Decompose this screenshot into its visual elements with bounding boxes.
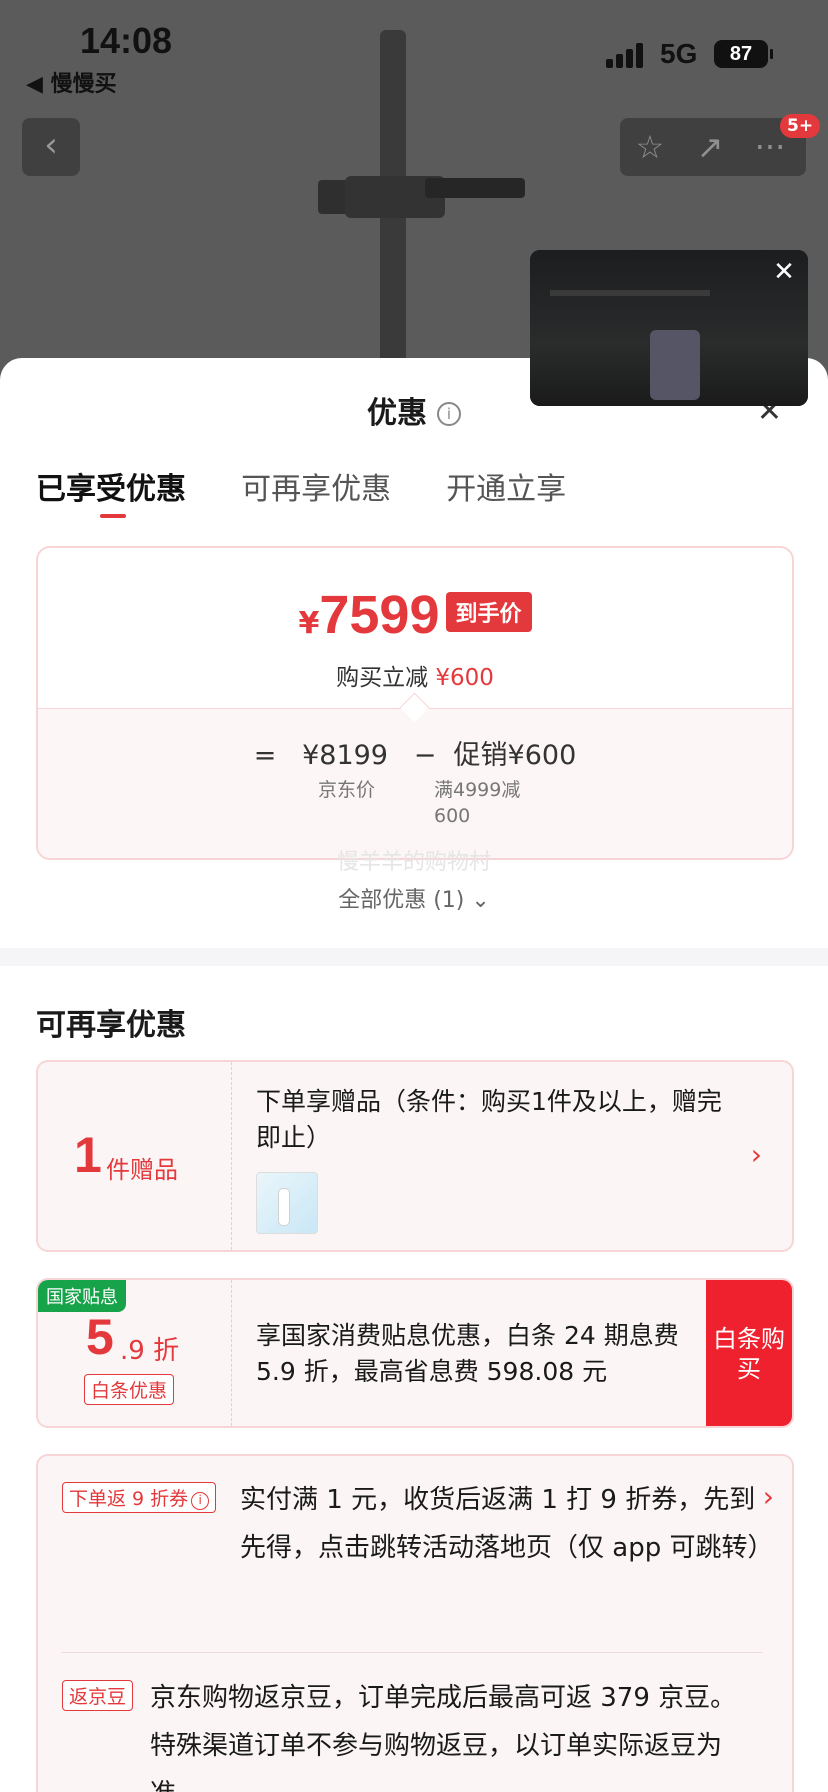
product-tray-image (425, 178, 525, 198)
sheet-title-text: 优惠 (367, 396, 427, 431)
battery-icon: 87 (714, 40, 773, 68)
offer-tabs: 已享受优惠 可再享优惠 开通立享 (36, 464, 616, 518)
reduce-line: 购买立减 ¥600 (38, 658, 792, 692)
share-icon[interactable]: ↗ (688, 126, 732, 168)
status-time: 14:08 (80, 20, 173, 61)
minus-sign: − (413, 740, 437, 771)
final-price: 7599 (319, 585, 440, 645)
rate-integer: 5 (86, 1309, 114, 1365)
credit-offer-card: 国家贴息 5 .9 折 白条优惠 享国家消费贴息优惠，白条 24 期息费 5.9… (36, 1278, 794, 1428)
final-price-block: ¥7599 到手价 购买立减 ¥600 (38, 548, 792, 708)
coupon-tag-text: 下单返 9 折券 (69, 1488, 189, 1510)
reduce-amount: ¥600 (435, 665, 494, 691)
video-shelf-image (550, 290, 710, 296)
close-video-icon[interactable]: ✕ (772, 259, 796, 285)
jd-price-caption: 京东价 (318, 779, 376, 801)
baitiao-buy-button[interactable]: 白条购买 (706, 1280, 792, 1426)
credit-description: 享国家消费贴息优惠，白条 24 期息费 5.9 折，最高省息费 598.08 元 (256, 1321, 679, 1386)
gift-count-block: 1 件赠品 (38, 1062, 232, 1250)
jingdou-tag: 返京豆 (62, 1680, 134, 1711)
offers-sheet: 优惠 i ✕ 已享受优惠 可再享优惠 开通立享 ¥7599 到手价 购买立减 ¥60… (0, 358, 828, 1792)
status-bar: 14:08 ◀ 慢慢买 5G 87 (0, 16, 828, 97)
rate-decimal: .9 折 (120, 1336, 180, 1366)
info-icon[interactable]: i (437, 402, 461, 426)
info-icon[interactable]: i (191, 1492, 210, 1510)
gift-unit: 件赠品 (106, 1156, 178, 1184)
currency-symbol: ¥ (298, 606, 320, 641)
rebate-row-coupon[interactable]: 下单返 9 折券 i 实付满 1 元，收货后返满 1 打 9 折券，先到先得，点击… (62, 1476, 774, 1572)
tab-more-offers[interactable]: 可再享优惠 (241, 464, 391, 508)
rebates-card: 下单返 9 折券 i 实付满 1 元，收货后返满 1 打 9 折券，先到先得，点击… (36, 1454, 794, 1792)
price-card: ¥7599 到手价 购买立减 ¥600 = ¥8199 − 促销¥600 京东价 … (36, 546, 794, 860)
signal-icon (606, 42, 648, 68)
promo-caption-line2: 600 (434, 805, 471, 827)
gift-description: 下单享赠品（条件：购买1件及以上，赠完即止） (256, 1087, 722, 1152)
equals-sign: = (253, 740, 277, 771)
watermark: 慢羊羊的购物村 (336, 850, 491, 875)
jingdou-description: 京东购物返京豆，订单完成后最高可返 379 京豆。特殊渠道订单不参与购物返豆，以… (150, 1683, 737, 1792)
price-formula: = ¥8199 − 促销¥600 (38, 733, 792, 772)
gift-thumbnail[interactable] (256, 1172, 318, 1234)
back-to-app-link[interactable]: ◀ 慢慢买 (26, 66, 117, 98)
chevron-right-icon[interactable]: › (751, 1138, 762, 1171)
all-offers-toggle[interactable]: 全部优惠 (1) ⌄ (0, 882, 828, 914)
network-type: 5G (660, 38, 698, 69)
promo-caption: 满4999减 600 (434, 777, 520, 829)
section-divider (0, 948, 828, 966)
tab-enjoyed-offers[interactable]: 已享受优惠 (36, 464, 186, 518)
chevron-right-icon[interactable]: › (763, 1480, 774, 1513)
credit-rate-block: 国家贴息 5 .9 折 白条优惠 (38, 1280, 232, 1426)
section-title: 可再享优惠 (36, 1008, 186, 1043)
gift-offer-card[interactable]: 1 件赠品 下单享赠品（条件：购买1件及以上，赠完即止） › (36, 1060, 794, 1252)
tab-activate-offers[interactable]: 开通立享 (446, 464, 566, 508)
video-can-image (650, 330, 700, 400)
message-badge: 5+ (780, 114, 821, 138)
jd-price: ¥8199 (302, 740, 388, 771)
back-button[interactable]: ‹ (22, 118, 80, 176)
reduce-label: 购买立减 (336, 665, 429, 691)
coupon-tag: 下单返 9 折券 i (62, 1482, 217, 1513)
gift-count: 1 (74, 1127, 102, 1183)
promo-amount: 促销¥600 (453, 740, 577, 771)
promo-caption-line1: 满4999减 (434, 779, 521, 801)
top-toolbar: ☆ ↗ ··· (620, 118, 806, 176)
gift-product-image (279, 1189, 289, 1225)
price-breakdown: = ¥8199 − 促销¥600 京东价 满4999减 600 (38, 708, 792, 858)
floating-video[interactable]: ✕ (530, 250, 808, 406)
rebate-row-jingdou: 返京豆 京东购物返京豆，订单完成后最高可返 379 京豆。特殊渠道订单不参与购物… (62, 1674, 762, 1792)
favorite-icon[interactable]: ☆ (628, 126, 672, 168)
row-divider (62, 1652, 762, 1653)
baitiao-tag: 白条优惠 (84, 1374, 175, 1405)
final-price-tag: 到手价 (445, 592, 532, 632)
